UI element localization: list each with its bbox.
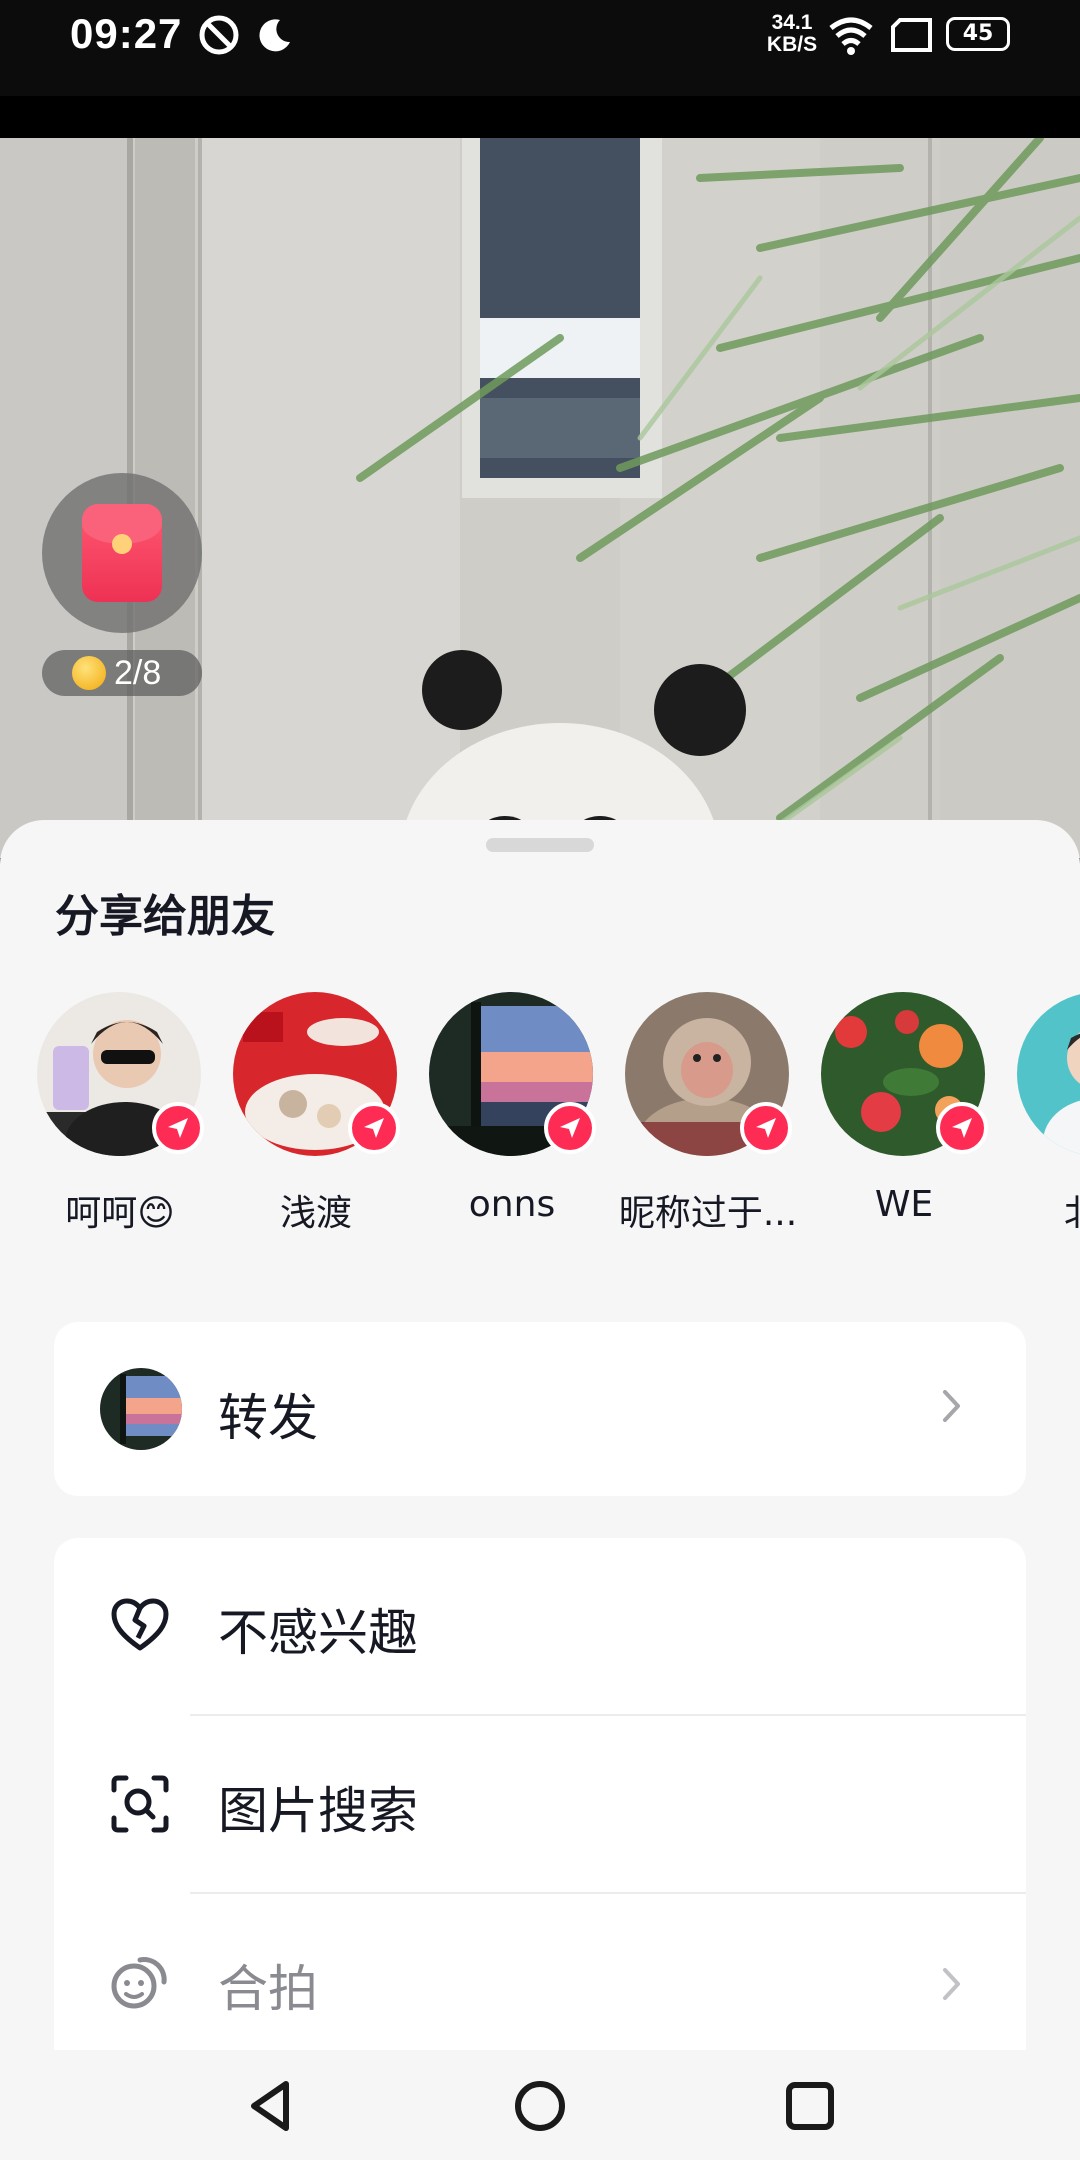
net-speed-value: 34.1: [771, 11, 813, 34]
forward-avatar: [100, 1368, 182, 1450]
not-interested-label: 不感兴趣: [218, 1604, 418, 1662]
red-envelope-seal: [112, 534, 132, 554]
do-not-disturb-icon: [199, 15, 239, 55]
red-packet-button[interactable]: [42, 473, 202, 633]
status-time: 09:27: [70, 10, 183, 57]
friend-item[interactable]: 浅渡: [216, 992, 416, 1242]
not-interested-row[interactable]: 不感兴趣: [54, 1538, 1026, 1714]
battery-level: 45: [962, 21, 994, 46]
back-icon[interactable]: [242, 2076, 302, 2136]
status-bar: 09:27 34.1 KB/S 45: [0, 0, 1080, 96]
broken-heart-icon: [111, 1598, 169, 1651]
friend-name: 北京: [1000, 1184, 1080, 1236]
red-envelope-icon: [82, 504, 162, 602]
friend-avatar: [1017, 992, 1080, 1156]
chevron-right-icon: [943, 1390, 960, 1422]
friend-name: onns: [468, 1184, 556, 1225]
friend-item[interactable]: 北京: [1000, 992, 1080, 1242]
share-sheet: 分享给朋友 呵呵😊 浅渡 onns 昵称过于... WE 转发 不感兴趣 图片搜…: [0, 820, 1080, 2050]
image-search-row[interactable]: 图片搜索: [54, 1716, 1026, 1892]
friend-item[interactable]: 呵呵😊: [20, 992, 220, 1242]
forward-card[interactable]: 转发: [54, 1322, 1026, 1496]
red-packet-progress-text: 2/8: [114, 654, 162, 692]
battery-icon: 45: [946, 17, 1010, 51]
send-icon: [740, 1102, 792, 1154]
home-icon[interactable]: [510, 2076, 570, 2136]
navigation-bar: [0, 2050, 1080, 2160]
recents-icon[interactable]: [780, 2076, 840, 2136]
net-speed: 34.1 KB/S: [756, 12, 828, 56]
chevron-right-icon: [943, 1968, 960, 2000]
friend-list[interactable]: 呵呵😊 浅渡 onns 昵称过于... WE: [0, 992, 1080, 1242]
options-card: 不感兴趣 图片搜索 合拍: [54, 1538, 1026, 2050]
friend-item[interactable]: onns: [412, 992, 612, 1242]
friend-item[interactable]: 昵称过于...: [608, 992, 808, 1242]
gold-coin-icon: [72, 656, 106, 690]
send-icon: [152, 1102, 204, 1154]
moon-icon: [259, 19, 290, 52]
send-icon: [544, 1102, 596, 1154]
red-packet-progress: 2/8: [42, 650, 202, 696]
friend-name: 呵呵😊: [65, 1193, 175, 1234]
duet-icon: [111, 1957, 167, 2009]
black-strip: [0, 96, 1080, 138]
send-icon: [348, 1102, 400, 1154]
send-icon: [936, 1102, 988, 1154]
screen-icon: [891, 18, 932, 52]
net-speed-unit: KB/S: [766, 33, 818, 56]
duet-label: 合拍: [218, 1960, 318, 2018]
duet-row[interactable]: 合拍: [54, 1894, 1026, 2050]
wifi-icon: [829, 17, 873, 55]
friend-name: 浅渡: [279, 1193, 352, 1234]
sheet-drag-handle[interactable]: [486, 838, 594, 852]
forward-label: 转发: [218, 1389, 318, 1447]
image-search-label: 图片搜索: [218, 1782, 418, 1840]
friend-item[interactable]: WE: [804, 992, 1004, 1242]
friend-name: WE: [874, 1184, 934, 1225]
sheet-title: 分享给朋友: [55, 891, 275, 942]
image-search-icon: [111, 1775, 169, 1833]
friend-name: 昵称过于...: [618, 1193, 798, 1234]
